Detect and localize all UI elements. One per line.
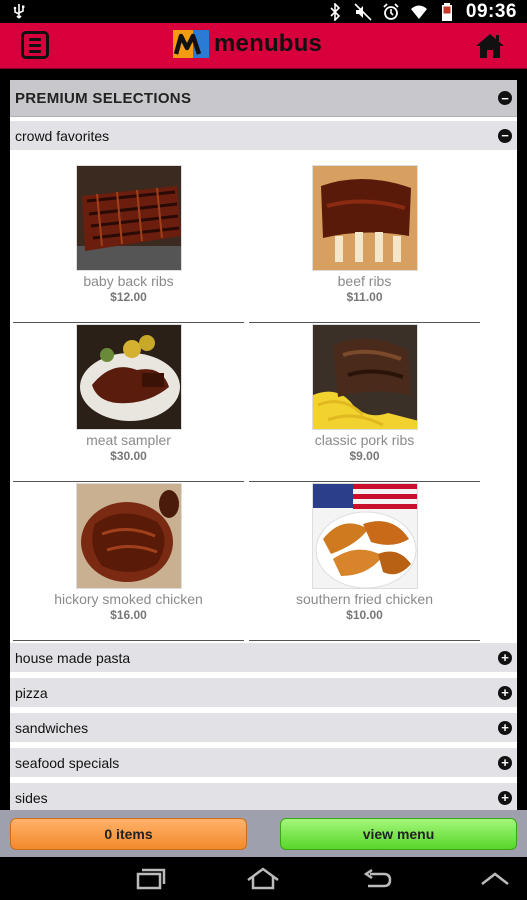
item-name: baby back ribs [83,273,174,289]
category-header-sides[interactable]: sides + [10,783,517,810]
item-photo[interactable] [311,165,418,271]
item-price: $16.00 [110,608,147,622]
category-title: sandwiches [15,719,89,736]
category-title: house made pasta [15,649,131,666]
expand-icon[interactable]: + [498,685,512,700]
category-header-house-made-pasta[interactable]: house made pasta + [10,643,517,672]
mute-icon [354,2,372,21]
app-header: menubus [0,23,527,69]
item-price: $30.00 [110,449,147,463]
category-header-seafood-specials[interactable]: seafood specials + [10,748,517,777]
collapse-icon[interactable]: − [498,128,512,143]
back-icon[interactable] [360,866,394,892]
item-photo[interactable] [75,483,182,589]
category-title: crowd favorites [15,127,110,144]
collapse-icon[interactable]: − [498,91,512,105]
item-name: hickory smoked chicken [54,591,203,607]
brand-logo-icon [172,28,210,60]
item-price: $11.00 [346,290,383,304]
alarm-icon [382,2,400,21]
category-title: sides [15,789,48,806]
menu-item[interactable]: baby back ribs $12.00 [13,164,244,323]
menu-item[interactable]: hickory smoked chicken $16.00 [13,482,244,641]
status-time: 09:36 [465,0,517,22]
brand-name: menubus [214,30,323,57]
bluetooth-icon [326,2,344,21]
item-grid: baby back ribs $12.00 beef ribs $11.00 m… [10,150,517,641]
menu-icon[interactable] [21,31,49,59]
expand-icon[interactable]: + [498,720,512,735]
menu-item[interactable]: meat sampler $30.00 [13,323,244,482]
item-photo[interactable] [75,324,182,430]
item-name: southern fried chicken [296,591,433,607]
item-price: $12.00 [110,290,147,304]
home-nav-icon[interactable] [246,866,280,892]
section-header[interactable]: PREMIUM SELECTIONS − [10,80,517,117]
menu-item[interactable]: beef ribs $11.00 [249,164,480,323]
item-price: $10.00 [346,608,383,622]
expand-icon[interactable]: + [498,650,512,665]
menu-item[interactable]: classic pork ribs $9.00 [249,323,480,482]
section-title: PREMIUM SELECTIONS [15,89,192,107]
category-title: seafood specials [15,754,120,771]
expand-icon[interactable]: + [498,755,512,770]
item-photo[interactable] [311,483,418,589]
category-header-sandwiches[interactable]: sandwiches + [10,713,517,742]
category-header-pizza[interactable]: pizza + [10,678,517,707]
menu-item[interactable]: southern fried chicken $10.00 [249,482,480,641]
battery-icon [438,2,456,21]
up-chevron-icon[interactable] [478,866,512,892]
expand-icon[interactable]: + [498,790,512,805]
menu-content[interactable]: PREMIUM SELECTIONS − crowd favorites − b… [10,80,517,810]
item-photo[interactable] [75,165,182,271]
category-title: pizza [15,684,48,701]
item-photo[interactable] [311,324,418,430]
category-header-crowd-favorites[interactable]: crowd favorites − [10,121,517,150]
usb-icon [10,3,28,21]
item-name: meat sampler [86,432,171,448]
home-icon[interactable] [475,33,505,59]
wifi-icon [410,3,428,21]
recent-apps-icon[interactable] [132,866,166,892]
item-price: $9.00 [349,449,380,463]
brand: menubus [172,28,322,60]
item-name: classic pork ribs [314,432,415,448]
bottom-action-bar: 0 items view menu [0,810,527,857]
view-menu-button[interactable]: view menu [280,817,517,850]
status-bar: 09:36 [0,0,527,23]
cart-items-button[interactable]: 0 items [10,817,247,850]
system-nav-bar [0,857,527,900]
item-name: beef ribs [337,273,392,289]
